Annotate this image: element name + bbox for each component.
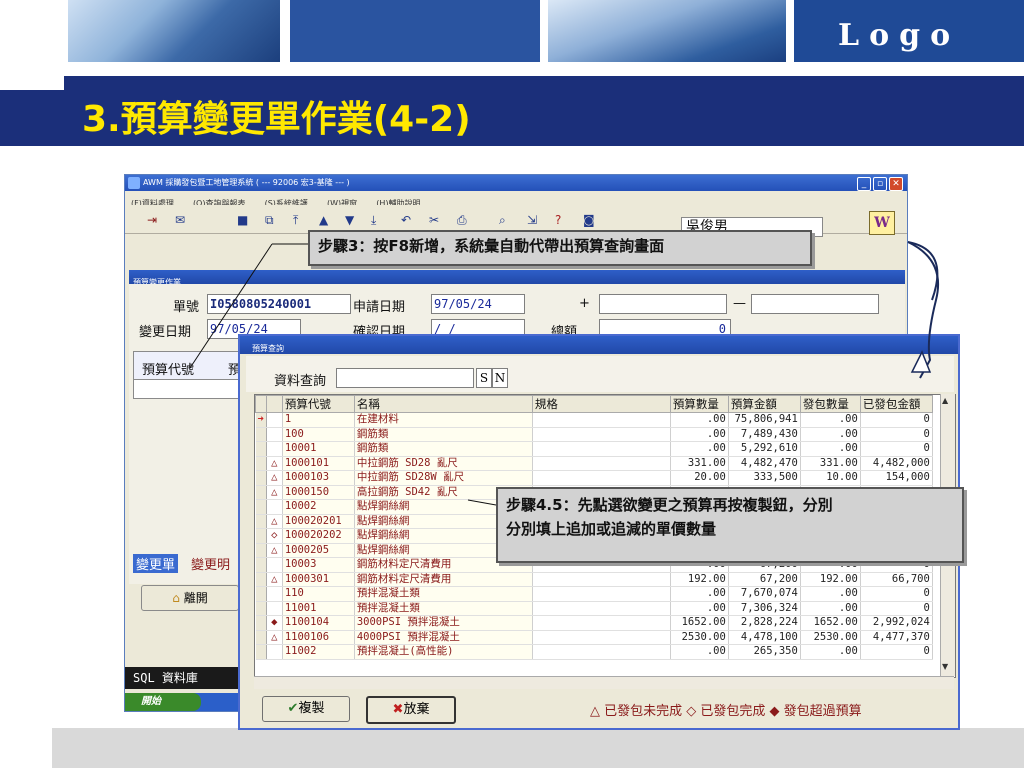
callout-step45-leader (467, 499, 497, 506)
callout-step3-leader-b (189, 243, 273, 369)
callout-step45: 步驟4.5：先點選欲變更之預算再按複製鈕，分別 分別填上追加或追減的單價數量 (496, 487, 964, 563)
callout-step45-line2: 分別填上追加或追減的單價數量 (506, 520, 717, 538)
callout-step45-line1: 步驟4.5：先點選欲變更之預算再按複製鈕，分別 (506, 496, 833, 514)
callout-step3: 步驟3：按F8新增，系統彙自動代帶出預算查詢畫面 (308, 230, 812, 266)
arrowhead-icon (910, 350, 932, 373)
callout-connectors (189, 241, 940, 506)
